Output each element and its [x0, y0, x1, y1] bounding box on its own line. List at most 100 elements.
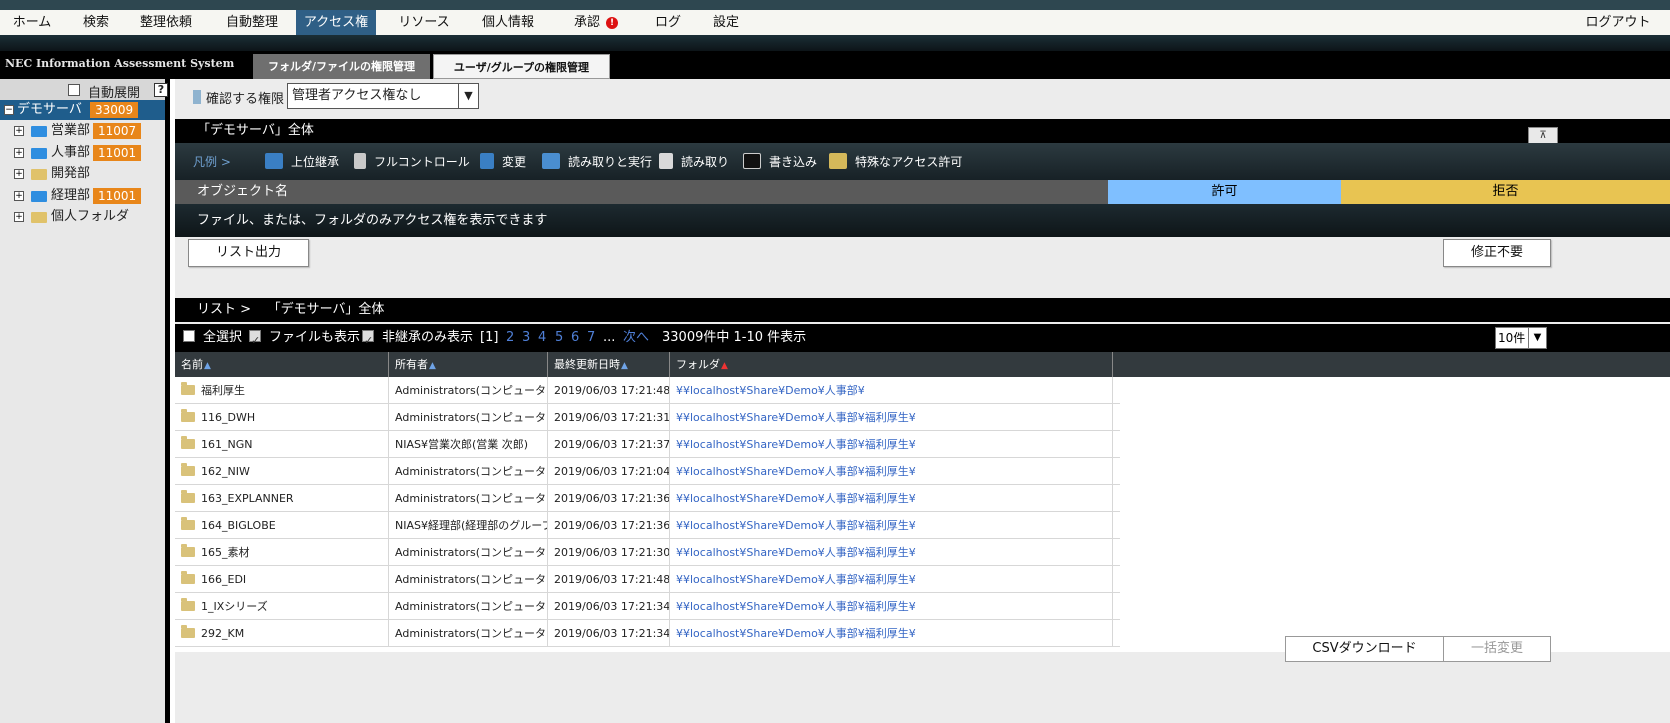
- folder-path-link[interactable]: ¥¥localhost¥Share¥Demo¥人事部¥福利厚生¥: [670, 485, 1113, 512]
- table-row[interactable]: 163_EXPLANNER Administrators(コンピューター/ 20…: [175, 485, 1120, 512]
- menu-resources[interactable]: リソース: [388, 10, 460, 35]
- menu-access-rights[interactable]: アクセス権: [296, 10, 376, 35]
- menu-approval[interactable]: 承認!: [556, 10, 636, 35]
- list-scope: 「デモサーバ」全体: [267, 302, 385, 317]
- sort-active-icon[interactable]: ▲: [721, 361, 728, 371]
- folder-path-link[interactable]: ¥¥localhost¥Share¥Demo¥人事部¥福利厚生¥: [670, 620, 1113, 647]
- tree-root-demo-server[interactable]: − デモサーバ 33009: [0, 100, 165, 120]
- folder-path-link[interactable]: ¥¥localhost¥Share¥Demo¥人事部¥福利厚生¥: [670, 404, 1113, 431]
- collapse-toggle-icon[interactable]: −: [4, 105, 14, 115]
- owner-cell: NIAS¥営業次郎(営業 次郎): [389, 431, 548, 458]
- table-row[interactable]: 166_EDI Administrators(コンピューター/ 2019/06/…: [175, 566, 1120, 593]
- tab-user-permissions[interactable]: ユーザ/グループの権限管理: [433, 54, 610, 79]
- read-execute-icon: [542, 153, 560, 169]
- menu-auto-organize[interactable]: 自動整理: [212, 10, 292, 35]
- tree-node-personal[interactable]: + 個人フォルダ: [0, 207, 165, 227]
- sort-asc-icon[interactable]: ▲: [204, 361, 211, 371]
- menu-log[interactable]: ログ: [644, 10, 692, 35]
- folder-path-link[interactable]: ¥¥localhost¥Share¥Demo¥人事部¥: [670, 377, 1113, 404]
- legend-label: 凡例 >: [193, 155, 231, 169]
- tree-node-sales[interactable]: + 営業部 11007: [0, 121, 165, 141]
- menu-organize-request[interactable]: 整理依頼: [132, 10, 200, 35]
- bulk-change-button[interactable]: 一括変更: [1443, 636, 1551, 662]
- menu-personal-info[interactable]: 個人情報: [468, 10, 548, 35]
- scope-title: 「デモサーバ」全体: [175, 119, 1670, 143]
- list-output-button[interactable]: リスト出力: [188, 239, 309, 267]
- page-link-6[interactable]: 6: [571, 324, 579, 352]
- expand-toggle-icon[interactable]: +: [14, 212, 24, 222]
- logout-link[interactable]: ログアウト: [1572, 10, 1664, 35]
- main-menu-bar: ホーム 検索 整理依頼 自動整理 アクセス権 リソース 個人情報 承認! ログ …: [0, 10, 1670, 35]
- folder-path-link[interactable]: ¥¥localhost¥Share¥Demo¥人事部¥福利厚生¥: [670, 566, 1113, 593]
- col-header-updated[interactable]: 最終更新日時▲: [548, 352, 670, 377]
- count-badge: 11001: [93, 188, 142, 204]
- permission-filter: 確認する権限 管理者アクセス権なし ▼: [175, 79, 1670, 119]
- per-page-select[interactable]: 10件 ▼: [1495, 327, 1547, 349]
- list-controls: 全選択 ファイルも表示 非継承のみ表示 [1] 2 3 4 5 6 7 ... …: [175, 324, 1670, 355]
- menu-search[interactable]: 検索: [70, 10, 122, 35]
- permission-select[interactable]: 管理者アクセス権なし ▼: [287, 83, 479, 109]
- checkbox-icon[interactable]: [362, 327, 374, 355]
- tree-node-dev[interactable]: + 開発部: [0, 164, 165, 184]
- expand-toggle-icon[interactable]: +: [14, 169, 24, 179]
- chevron-down-icon[interactable]: ▼: [1528, 328, 1546, 348]
- tree-node-accounting[interactable]: + 経理部 11001: [0, 186, 165, 206]
- menu-settings[interactable]: 設定: [700, 10, 752, 35]
- auto-expand-checkbox[interactable]: [68, 84, 80, 96]
- non-inherit-checkbox[interactable]: 非継承のみ表示: [362, 324, 473, 355]
- result-summary: 33009件中 1-10 件表示: [662, 330, 807, 345]
- help-icon[interactable]: ?: [154, 83, 168, 97]
- expand-toggle-icon[interactable]: +: [14, 148, 24, 158]
- sort-asc-icon[interactable]: ▲: [621, 361, 628, 371]
- show-files-checkbox[interactable]: ファイルも表示: [249, 324, 360, 355]
- page-link-4[interactable]: 4: [538, 324, 546, 352]
- legend-read: 読み取り: [659, 153, 729, 170]
- sort-asc-icon[interactable]: ▲: [429, 361, 436, 371]
- expand-toggle-icon[interactable]: +: [14, 126, 24, 136]
- menu-home[interactable]: ホーム: [0, 10, 64, 35]
- folder-path-link[interactable]: ¥¥localhost¥Share¥Demo¥人事部¥福利厚生¥: [670, 458, 1113, 485]
- col-header-folder[interactable]: フォルダ▲: [670, 352, 1113, 377]
- tree-node-hr[interactable]: + 人事部 11001: [0, 143, 165, 163]
- table-row[interactable]: 1_IXシリーズ Administrators(コンピューター/ 2019/06…: [175, 593, 1120, 620]
- page-link-5[interactable]: 5: [555, 324, 563, 352]
- folder-path-link[interactable]: ¥¥localhost¥Share¥Demo¥人事部¥福利厚生¥: [670, 539, 1113, 566]
- table-row[interactable]: 292_KM Administrators(コンピューター/ 2019/06/0…: [175, 620, 1120, 647]
- chevron-down-icon[interactable]: ▼: [458, 84, 478, 108]
- page-link-2[interactable]: 2: [506, 324, 514, 352]
- folder-path-link[interactable]: ¥¥localhost¥Share¥Demo¥人事部¥福利厚生¥: [670, 512, 1113, 539]
- table-row[interactable]: 164_BIGLOBE NIAS¥経理部(経理部のグループ) 2019/06/0…: [175, 512, 1120, 539]
- no-fix-button[interactable]: 修正不要: [1443, 239, 1551, 267]
- page-link-3[interactable]: 3: [522, 324, 530, 352]
- checkbox-checked-icon[interactable]: [249, 327, 261, 355]
- collapse-up-icon[interactable]: ⊼: [1528, 127, 1558, 143]
- name-cell: 292_KM: [175, 620, 389, 647]
- table-row[interactable]: 116_DWH Administrators(コンピューター/ 2019/06/…: [175, 404, 1120, 431]
- tab-folder-permissions[interactable]: フォルダ/ファイルの権限管理: [253, 54, 430, 79]
- table-row[interactable]: 165_素材 Administrators(コンピューター/ 2019/06/0…: [175, 539, 1120, 566]
- csv-download-button[interactable]: CSVダウンロード: [1285, 636, 1444, 662]
- permission-label: 確認する権限: [206, 92, 285, 107]
- table-row[interactable]: 161_NGN NIAS¥営業次郎(営業 次郎) 2019/06/03 17:2…: [175, 431, 1120, 458]
- folder-path-link[interactable]: ¥¥localhost¥Share¥Demo¥人事部¥福利厚生¥: [670, 593, 1113, 620]
- updated-cell: 2019/06/03 17:21:31: [548, 404, 670, 431]
- name-cell: 162_NIW: [175, 458, 389, 485]
- permission-selected-value: 管理者アクセス権なし: [292, 88, 422, 103]
- name-cell: 1_IXシリーズ: [175, 593, 389, 620]
- expand-toggle-icon[interactable]: +: [14, 191, 24, 201]
- table-row[interactable]: 162_NIW Administrators(コンピューター/ 2019/06/…: [175, 458, 1120, 485]
- next-page-link[interactable]: 次へ: [623, 324, 649, 352]
- tree-node-label: デモサーバ: [17, 102, 82, 117]
- page-link-7[interactable]: 7: [587, 324, 595, 352]
- select-all-checkbox[interactable]: 全選択: [183, 324, 242, 352]
- count-badge: 33009: [90, 102, 139, 118]
- name-cell: 165_素材: [175, 539, 389, 566]
- folder-path-link[interactable]: ¥¥localhost¥Share¥Demo¥人事部¥福利厚生¥: [670, 431, 1113, 458]
- legend-write: 書き込み: [743, 153, 817, 170]
- updated-cell: 2019/06/03 17:21:36: [548, 485, 670, 512]
- checkbox-icon[interactable]: [183, 330, 195, 342]
- col-header-name[interactable]: 名前▲: [175, 352, 389, 377]
- table-row[interactable]: 福利厚生 Administrators(コンピューター/ 2019/06/03 …: [175, 377, 1120, 404]
- col-header-owner[interactable]: 所有者▲: [389, 352, 548, 377]
- magnifier-icon: [659, 153, 673, 169]
